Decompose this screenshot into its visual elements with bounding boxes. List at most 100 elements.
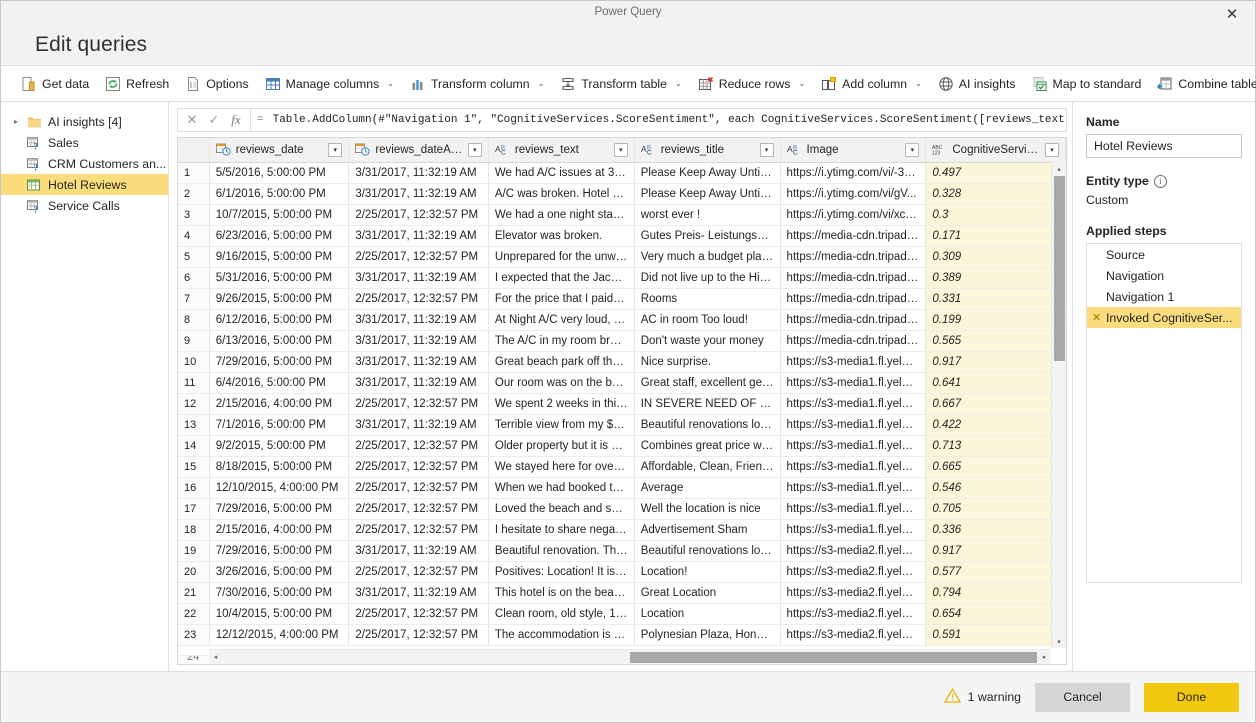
table-row[interactable]: 2 6/1/2016, 5:00:00 PM 3/31/2017, 11:32:19… bbox=[178, 183, 1066, 205]
cell-score-sentiment[interactable]: 0.546 bbox=[925, 477, 1066, 499]
scroll-right-icon[interactable]: ▸ bbox=[1038, 650, 1051, 664]
cell-reviews-text[interactable]: We had a one night stay at... bbox=[488, 204, 635, 226]
cell-reviews-dateadded[interactable]: 2/25/2017, 12:32:57 PM bbox=[348, 624, 489, 646]
delete-step-icon[interactable]: ✕ bbox=[1087, 311, 1106, 324]
cell-reviews-text[interactable]: Beautiful renovation. The h... bbox=[488, 540, 635, 562]
cell-reviews-title[interactable]: AC in room Too loud! bbox=[634, 309, 781, 331]
cell-reviews-title[interactable]: worst ever ! bbox=[634, 204, 781, 226]
cell-score-sentiment[interactable]: 0.665 bbox=[925, 456, 1066, 478]
cell-score-sentiment[interactable]: 0.917 bbox=[925, 540, 1066, 562]
cell-reviews-dateadded[interactable]: 2/25/2017, 12:32:57 PM bbox=[348, 519, 489, 541]
cell-reviews-date[interactable]: 6/13/2016, 5:00:00 PM bbox=[209, 330, 350, 352]
cell-reviews-title[interactable]: Very much a budget place bbox=[634, 246, 781, 268]
column-header-cognitiveservices[interactable]: ABC123 CognitiveServices.... ▾ bbox=[925, 138, 1066, 163]
cell-score-sentiment[interactable]: 0.199 bbox=[925, 309, 1066, 331]
cell-image[interactable]: https://s3-media1.fl.yelpcd... bbox=[780, 351, 927, 373]
cell-reviews-date[interactable]: 6/23/2016, 5:00:00 PM bbox=[209, 225, 350, 247]
table-row[interactable]: 7 9/26/2015, 5:00:00 PM 2/25/2017, 12:32:5… bbox=[178, 288, 1066, 310]
cell-reviews-date[interactable]: 2/15/2016, 4:00:00 PM bbox=[209, 519, 350, 541]
cell-image[interactable]: https://s3-media2.fl.yelpcd... bbox=[780, 603, 927, 625]
query-item-ai-insights[interactable]: ▸ AI insights [4] bbox=[1, 111, 168, 132]
cell-reviews-date[interactable]: 12/10/2015, 4:00:00 PM bbox=[209, 477, 350, 499]
cell-score-sentiment[interactable]: 0.389 bbox=[925, 267, 1066, 289]
cell-reviews-title[interactable]: Rooms bbox=[634, 288, 781, 310]
cell-reviews-date[interactable]: 7/29/2016, 5:00:00 PM bbox=[209, 351, 350, 373]
cell-image[interactable]: https://s3-media1.fl.yelpcd... bbox=[780, 477, 927, 499]
column-filter-dropdown-icon[interactable]: ▾ bbox=[328, 142, 343, 157]
cell-reviews-title[interactable]: Did not live up to the Hilto... bbox=[634, 267, 781, 289]
table-row[interactable]: 12 2/15/2016, 4:00:00 PM 2/25/2017, 12:32:… bbox=[178, 393, 1066, 415]
grid-horizontal-scrollbar[interactable]: ◂ ▸ bbox=[209, 649, 1051, 664]
cell-reviews-dateadded[interactable]: 3/31/2017, 11:32:19 AM bbox=[348, 540, 489, 562]
cell-score-sentiment[interactable]: 0.641 bbox=[925, 372, 1066, 394]
cell-reviews-date[interactable]: 2/15/2016, 4:00:00 PM bbox=[209, 393, 350, 415]
cell-reviews-text[interactable]: Unprepared for the unwelc... bbox=[488, 246, 635, 268]
cell-reviews-title[interactable]: Beautiful renovations locat... bbox=[634, 540, 781, 562]
table-row[interactable]: 8 6/12/2016, 5:00:00 PM 3/31/2017, 11:32:1… bbox=[178, 309, 1066, 331]
table-row[interactable]: 15 8/18/2015, 5:00:00 PM 2/25/2017, 12:32:… bbox=[178, 456, 1066, 478]
cell-reviews-dateadded[interactable]: 2/25/2017, 12:32:57 PM bbox=[348, 435, 489, 457]
cell-reviews-date[interactable]: 6/12/2016, 5:00:00 PM bbox=[209, 309, 350, 331]
column-header-reviews-dateadded[interactable]: reviews_dateAdded ▾ bbox=[348, 138, 489, 163]
cell-reviews-text[interactable]: Terrible view from my $300... bbox=[488, 414, 635, 436]
cell-reviews-title[interactable]: Well the location is nice bbox=[634, 498, 781, 520]
cell-reviews-title[interactable]: Great Location bbox=[634, 582, 781, 604]
cell-reviews-date[interactable]: 10/4/2015, 5:00:00 PM bbox=[209, 603, 350, 625]
ribbon-reduce-rows-button[interactable]: Reduce rows ⌄ bbox=[691, 70, 812, 98]
cell-image[interactable]: https://i.ytimg.com/vi/gV... bbox=[780, 183, 927, 205]
column-header-reviews-title[interactable]: ABC reviews_title ▾ bbox=[634, 138, 781, 163]
formula-accept-icon[interactable]: ✓ bbox=[204, 110, 224, 130]
cell-reviews-dateadded[interactable]: 3/31/2017, 11:32:19 AM bbox=[348, 351, 489, 373]
cell-score-sentiment[interactable]: 0.794 bbox=[925, 582, 1066, 604]
cell-reviews-text[interactable]: A/C was broken. Hotel was... bbox=[488, 183, 635, 205]
applied-step-navigation[interactable]: Navigation bbox=[1087, 265, 1241, 286]
cell-reviews-date[interactable]: 5/5/2016, 5:00:00 PM bbox=[209, 162, 350, 184]
cell-reviews-title[interactable]: Great staff, excellent getaw... bbox=[634, 372, 781, 394]
cell-reviews-dateadded[interactable]: 2/25/2017, 12:32:57 PM bbox=[348, 393, 489, 415]
query-name-input[interactable] bbox=[1086, 134, 1242, 158]
cell-reviews-date[interactable]: 12/12/2015, 4:00:00 PM bbox=[209, 624, 350, 646]
cell-score-sentiment[interactable]: 0.705 bbox=[925, 498, 1066, 520]
table-row[interactable]: 17 7/29/2016, 5:00:00 PM 2/25/2017, 12:32:… bbox=[178, 498, 1066, 520]
horizontal-scroll-thumb[interactable] bbox=[630, 652, 1037, 663]
table-row[interactable]: 5 9/16/2015, 5:00:00 PM 2/25/2017, 12:32:5… bbox=[178, 246, 1066, 268]
cell-reviews-title[interactable]: Location! bbox=[634, 561, 781, 583]
cell-reviews-dateadded[interactable]: 2/25/2017, 12:32:57 PM bbox=[348, 456, 489, 478]
cell-reviews-text[interactable]: When we had booked this ... bbox=[488, 477, 635, 499]
cell-reviews-title[interactable]: Combines great price with ... bbox=[634, 435, 781, 457]
cell-reviews-text[interactable]: Positives: Location! It is on ... bbox=[488, 561, 635, 583]
table-row[interactable]: 14 9/2/2015, 5:00:00 PM 2/25/2017, 12:32:5… bbox=[178, 435, 1066, 457]
cell-reviews-dateadded[interactable]: 2/25/2017, 12:32:57 PM bbox=[348, 246, 489, 268]
ribbon-combine-tables-button[interactable]: Combine tables ⌄ bbox=[1150, 70, 1256, 98]
table-row[interactable]: 6 5/31/2016, 5:00:00 PM 3/31/2017, 11:32:1… bbox=[178, 267, 1066, 289]
cell-reviews-date[interactable]: 7/30/2016, 5:00:00 PM bbox=[209, 582, 350, 604]
cell-score-sentiment[interactable]: 0.917 bbox=[925, 351, 1066, 373]
cell-reviews-title[interactable]: IN SEVERE NEED OF UPDA... bbox=[634, 393, 781, 415]
query-item-sales[interactable]: ? Sales bbox=[1, 132, 168, 153]
formula-cancel-icon[interactable]: ✕ bbox=[182, 110, 202, 130]
cell-image[interactable]: https://s3-media2.fl.yelpcd... bbox=[780, 624, 927, 646]
cell-image[interactable]: https://media-cdn.tripadvi... bbox=[780, 288, 927, 310]
cell-image[interactable]: https://s3-media2.fl.yelpcd... bbox=[780, 582, 927, 604]
cell-reviews-date[interactable]: 5/31/2016, 5:00:00 PM bbox=[209, 267, 350, 289]
cell-score-sentiment[interactable]: 0.577 bbox=[925, 561, 1066, 583]
cell-reviews-dateadded[interactable]: 3/31/2017, 11:32:19 AM bbox=[348, 372, 489, 394]
cell-reviews-title[interactable]: Location bbox=[634, 603, 781, 625]
cell-reviews-dateadded[interactable]: 2/25/2017, 12:32:57 PM bbox=[348, 498, 489, 520]
column-filter-dropdown-icon[interactable]: ▾ bbox=[467, 142, 482, 157]
info-icon[interactable]: i bbox=[1153, 174, 1167, 188]
cell-reviews-title[interactable]: Gutes Preis- Leistungsverh... bbox=[634, 225, 781, 247]
formula-input[interactable]: = Table.AddColumn(#"Navigation 1", "Cogn… bbox=[250, 108, 1067, 132]
cell-reviews-text[interactable]: For the price that I paid for... bbox=[488, 288, 635, 310]
cell-reviews-text[interactable]: We spent 2 weeks in this h... bbox=[488, 393, 635, 415]
warning-status[interactable]: 1 warning bbox=[943, 687, 1021, 706]
cell-reviews-dateadded[interactable]: 2/25/2017, 12:32:57 PM bbox=[348, 561, 489, 583]
applied-step-navigation-1[interactable]: Navigation 1 bbox=[1087, 286, 1241, 307]
scroll-down-icon[interactable]: ▾ bbox=[1052, 635, 1066, 648]
cell-reviews-text[interactable]: Great beach park off the la... bbox=[488, 351, 635, 373]
done-button[interactable]: Done bbox=[1144, 682, 1239, 712]
cell-score-sentiment[interactable]: 0.328 bbox=[925, 183, 1066, 205]
table-row[interactable]: 9 6/13/2016, 5:00:00 PM 3/31/2017, 11:32:1… bbox=[178, 330, 1066, 352]
cell-reviews-text[interactable]: I hesitate to share negative... bbox=[488, 519, 635, 541]
ribbon-options-button[interactable]: Options bbox=[178, 70, 255, 98]
